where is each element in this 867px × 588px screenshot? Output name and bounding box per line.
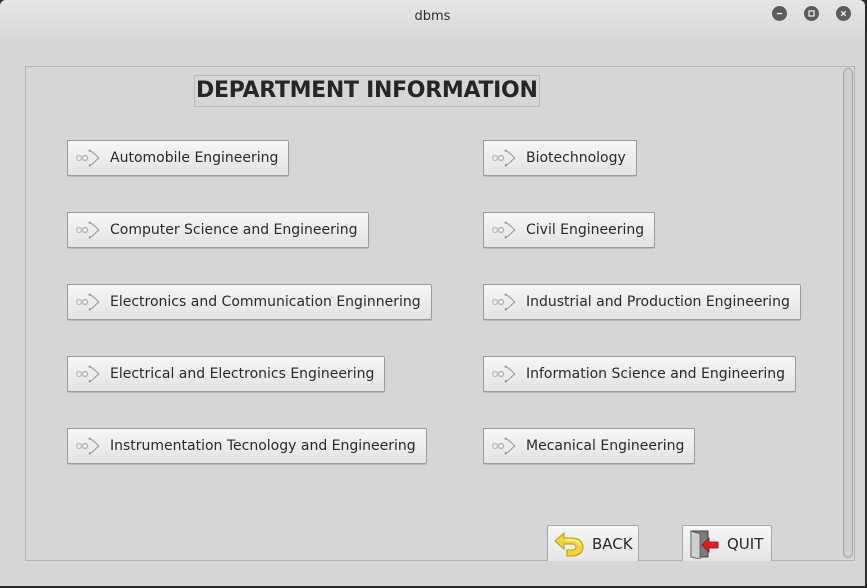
electrical-electronics-button[interactable]: Electrical and Electronics Engineering	[67, 356, 386, 392]
quit-label: QUIT	[727, 534, 764, 553]
button-label: Mecanical Engineering	[526, 438, 685, 454]
title-bar[interactable]: dbms	[0, 0, 865, 36]
arrow-right-icon	[75, 149, 100, 167]
button-label: Automobile Engineering	[110, 150, 279, 166]
arrow-right-icon	[491, 293, 516, 311]
button-label: Electronics and Communication Enginnerin…	[110, 294, 421, 310]
computer-science-button[interactable]: Computer Science and Engineering	[67, 212, 369, 248]
arrow-right-icon	[491, 365, 516, 383]
back-label: BACK	[592, 534, 633, 553]
app-window: dbms DEPARTMENT INFORMATION Automobile E…	[0, 0, 865, 586]
industrial-production-button[interactable]: Industrial and Production Engineering	[483, 284, 801, 320]
button-label: Biotechnology	[526, 150, 626, 166]
back-arrow-icon	[554, 531, 584, 556]
page-title: DEPARTMENT INFORMATION	[194, 75, 540, 107]
vertical-scrollbar[interactable]	[843, 68, 854, 558]
button-label: Civil Engineering	[526, 222, 645, 238]
instrumentation-technology-button[interactable]: Instrumentation Tecnology and Engineerin…	[67, 428, 427, 464]
biotechnology-button[interactable]: Biotechnology	[483, 140, 637, 176]
maximize-button[interactable]	[804, 6, 819, 21]
minimize-icon	[776, 12, 783, 15]
arrow-right-icon	[491, 437, 516, 455]
button-label: Information Science and Engineering	[526, 366, 785, 382]
automobile-engineering-button[interactable]: Automobile Engineering	[67, 140, 290, 176]
arrow-right-icon	[75, 221, 100, 239]
close-button[interactable]	[836, 6, 851, 21]
exit-door-icon	[690, 529, 719, 559]
civil-engineering-button[interactable]: Civil Engineering	[483, 212, 656, 248]
back-button[interactable]: BACK	[547, 525, 639, 561]
arrow-right-icon	[75, 293, 100, 311]
button-label: Electrical and Electronics Engineering	[110, 366, 375, 382]
close-icon	[840, 10, 847, 17]
arrow-right-icon	[75, 365, 100, 383]
scrollbar-thumb[interactable]	[843, 68, 853, 558]
arrow-right-icon	[491, 149, 516, 167]
maximize-icon	[808, 10, 815, 17]
electronics-communication-button[interactable]: Electronics and Communication Enginnerin…	[67, 284, 432, 320]
arrow-right-icon	[491, 221, 516, 239]
minimize-button[interactable]	[772, 6, 787, 21]
button-label: Industrial and Production Engineering	[526, 294, 790, 310]
arrow-right-icon	[75, 437, 100, 455]
button-label: Computer Science and Engineering	[110, 222, 358, 238]
window-title: dbms	[414, 9, 451, 24]
information-science-button[interactable]: Information Science and Engineering	[483, 356, 796, 392]
button-label: Instrumentation Tecnology and Engineerin…	[110, 438, 416, 454]
mechanical-engineering-button[interactable]: Mecanical Engineering	[483, 428, 696, 464]
quit-button[interactable]: QUIT	[682, 525, 772, 561]
